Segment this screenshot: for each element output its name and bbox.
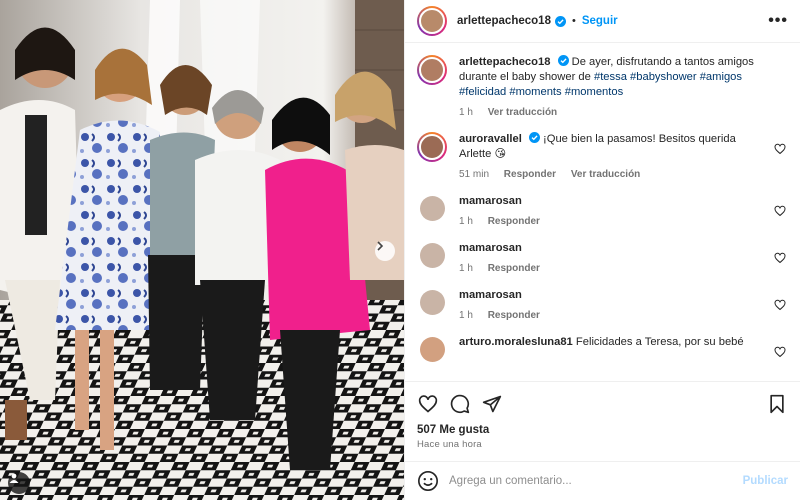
hashtag[interactable]: #amigos — [700, 71, 742, 83]
comment-meta: 1 h Responder — [459, 214, 766, 229]
post-header: arlettepacheco18 • Seguir ••• — [405, 0, 800, 43]
commenter-username[interactable]: mamarosan — [459, 195, 522, 207]
add-comment-bar: Publicar — [405, 461, 800, 500]
comment-item: mamarosan 1 h Responder — [417, 241, 788, 276]
hashtag[interactable]: #moments — [509, 86, 561, 98]
hashtag[interactable]: #tessa — [594, 71, 627, 83]
verified-badge-icon — [557, 55, 569, 66]
comment-item: mamarosan 1 h Responder — [417, 194, 788, 229]
like-comment-heart-icon[interactable] — [774, 346, 786, 358]
post-photo[interactable] — [0, 0, 404, 500]
like-count[interactable]: 507 Me gusta — [417, 424, 788, 436]
like-comment-heart-icon[interactable] — [774, 299, 786, 311]
comments-list[interactable]: arlettepacheco18 De ayer, disfrutando a … — [405, 43, 800, 381]
reply-button[interactable]: Responder — [504, 169, 556, 180]
like-comment-heart-icon[interactable] — [774, 143, 786, 155]
commenter-avatar[interactable] — [419, 243, 445, 268]
comment-icon — [450, 394, 470, 414]
comment-item: arturo.moralesluna81 Felicidades a Teres… — [417, 335, 788, 364]
comment-time: 1 h — [459, 263, 473, 274]
comment-meta: 1 h Responder — [459, 261, 766, 276]
save-button[interactable] — [766, 393, 788, 415]
tagged-users-button[interactable] — [8, 472, 30, 494]
chevron-right-icon — [377, 241, 384, 251]
comment-item: auroravallel ¡Que bien la pasamos! Besit… — [417, 132, 788, 182]
post-caption: arlettepacheco18 De ayer, disfrutando a … — [417, 55, 788, 120]
comment-meta: 1 h Responder — [459, 308, 766, 323]
caption-time: 1 h — [459, 107, 473, 118]
comment-meta: 51 min Responder Ver traducción — [459, 167, 766, 182]
like-button[interactable] — [417, 393, 439, 415]
bookmark-icon — [770, 394, 784, 414]
comment-time: 1 h — [459, 216, 473, 227]
share-icon — [482, 395, 502, 413]
reply-button[interactable]: Responder — [488, 216, 540, 227]
post-timestamp: Hace una hora — [417, 439, 482, 450]
next-image-button[interactable] — [375, 241, 395, 261]
caption-username[interactable]: arlettepacheco18 — [459, 56, 550, 68]
commenter-avatar[interactable] — [417, 132, 447, 162]
reply-button[interactable]: Responder — [488, 263, 540, 274]
hashtag[interactable]: #babyshower — [630, 71, 697, 83]
comment-button[interactable] — [449, 393, 471, 415]
comment-item: mamarosan 1 h Responder — [417, 288, 788, 323]
commenter-username[interactable]: mamarosan — [459, 289, 522, 301]
comment-time: 1 h — [459, 310, 473, 321]
caption-meta: 1 h Ver traducción — [459, 105, 766, 120]
commenter-avatar[interactable] — [419, 196, 445, 221]
hashtag[interactable]: #felicidad — [459, 86, 506, 98]
user-icon — [9, 473, 19, 483]
comment-input[interactable] — [449, 475, 743, 487]
verified-badge-icon — [554, 15, 566, 27]
commenter-username[interactable]: arturo.moralesluna81 — [459, 336, 573, 348]
post-side-panel: arlettepacheco18 • Seguir ••• arlettepac… — [404, 0, 800, 500]
caption-avatar[interactable] — [417, 55, 447, 85]
emoji-icon[interactable] — [417, 470, 439, 492]
verified-badge-icon — [528, 132, 540, 143]
comment-text: Felicidades a Teresa, por su bebé — [575, 336, 744, 348]
header-separator: • — [571, 15, 576, 27]
see-translation-link[interactable]: Ver traducción — [488, 107, 557, 118]
heart-icon — [418, 395, 438, 413]
commenter-avatar[interactable] — [419, 337, 445, 362]
group-photo-illustration — [0, 0, 404, 500]
like-comment-heart-icon[interactable] — [774, 205, 786, 217]
author-avatar[interactable] — [417, 6, 447, 36]
follow-button[interactable]: Seguir — [582, 15, 618, 27]
share-button[interactable] — [481, 393, 503, 415]
like-comment-heart-icon[interactable] — [774, 252, 786, 264]
comment-time: 51 min — [459, 169, 490, 180]
commenter-username[interactable]: auroravallel — [459, 133, 522, 145]
commenter-avatar[interactable] — [419, 290, 445, 315]
post-comment-button[interactable]: Publicar — [743, 475, 788, 487]
see-translation-link[interactable]: Ver traducción — [571, 169, 640, 180]
post-actions: 507 Me gusta Hace una hora — [405, 381, 800, 461]
author-username[interactable]: arlettepacheco18 — [457, 15, 551, 27]
hashtag[interactable]: #momentos — [565, 86, 623, 98]
commenter-username[interactable]: mamarosan — [459, 242, 522, 254]
more-options-icon[interactable]: ••• — [768, 12, 788, 30]
reply-button[interactable]: Responder — [488, 310, 540, 321]
